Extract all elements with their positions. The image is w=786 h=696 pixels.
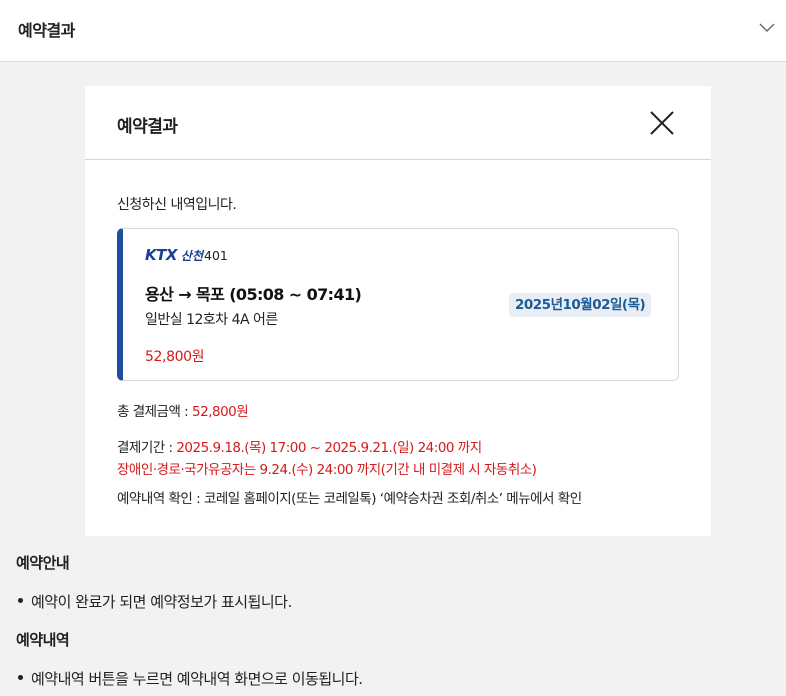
intro-text: 신청하신 내역입니다. [117,197,237,213]
total-amount-label: 총 결제금액 : [117,404,193,420]
total-amount-value: 52,800원 [192,404,249,420]
train-number: 401 [204,247,228,263]
train-brand: KTX [145,246,177,264]
history-item: 예약내역 버튼을 누르면 예약내역 화면으로 이동됩니다. [18,668,363,689]
ticket-card: KTX 산천 401 용산 → 목포 (05:08 ~ 07:41) 일반실 1… [117,228,679,381]
history-section-title: 예약내역 [16,631,70,649]
payment-deadline-line: 결제기간 : 2025.9.18.(목) 17:00 ~ 2025.9.21.(… [117,436,482,456]
page-title: 예약결과 [18,21,75,40]
confirm-info-text: 예약내역 확인 : 코레일 홈페이지(또는 코레일톡) ‘예약승차권 조회/취소… [117,491,582,507]
top-bar: 예약결과 [0,0,786,62]
chevron-down-icon[interactable] [758,18,776,36]
modal-header: 예약결과 [85,86,711,160]
route-text: 용산 → 목포 (05:08 ~ 07:41) [145,285,362,304]
ticket-price: 52,800원 [145,349,205,365]
payment-deadline-value: 2025.9.18.(목) 17:00 ~ 2025.9.21.(일) 24:0… [176,440,482,456]
ktx-logo: KTX 산천 401 [145,245,228,265]
guide-item: 예약이 완료가 되면 예약정보가 표시됩니다. [18,591,292,612]
close-icon[interactable] [647,108,677,138]
bullet-icon [18,598,23,603]
seat-info: 일반실 12호차 4A 어른 [145,312,278,328]
special-deadline-text: 장애인·경로·국가유공자는 9.24.(수) 24:00 까지(기간 내 미결제… [117,462,537,478]
payment-deadline-label: 결제기간 : [117,440,177,456]
guide-item-text: 예약이 완료가 되면 예약정보가 표시됩니다. [31,593,292,611]
bullet-icon [18,675,23,680]
reservation-result-modal: 예약결과 신청하신 내역입니다. KTX 산천 401 용산 → 목포 (05:… [85,86,711,536]
history-item-text: 예약내역 버튼을 누르면 예약내역 화면으로 이동됩니다. [31,670,363,688]
total-amount-line: 총 결제금액 : 52,800원 [117,400,249,420]
travel-date-badge: 2025년10월02일(목) [509,293,652,317]
modal-title: 예약결과 [117,117,178,137]
train-line: 산천 [180,248,204,263]
guide-section-title: 예약안내 [16,554,70,572]
